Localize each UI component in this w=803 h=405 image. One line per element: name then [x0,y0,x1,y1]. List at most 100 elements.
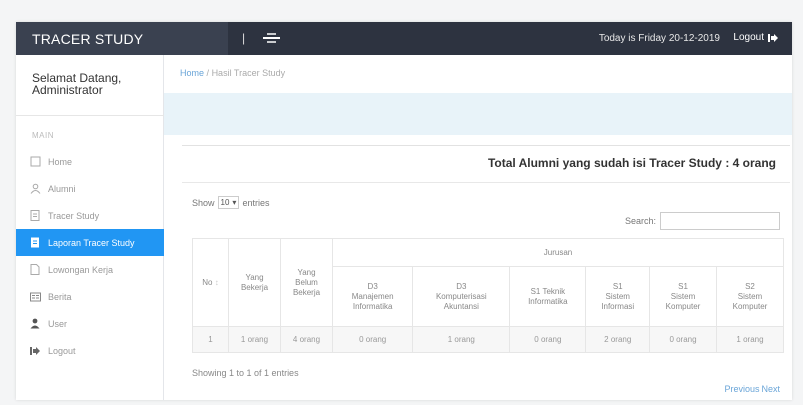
entries-label: entries [242,197,270,208]
table-cell: 4 orang [280,326,333,353]
search-box: Search: [625,212,780,230]
entries-value: 10 [220,198,230,207]
logout-icon [28,345,42,357]
sidebar-item-label: Home [48,156,73,167]
tracer-study-table: No ↕ Yang Bekerja Yang Belum Bekerja Jur… [192,238,785,353]
column-header-d3-mi[interactable]: D3 Manajemen Informatika [331,266,414,327]
sidebar-item-label: Lowongan Kerja [48,264,114,275]
search-label: Search: [624,216,656,226]
logout-icon [768,33,778,42]
next-button[interactable]: Next [761,384,780,394]
sidebar-item-user[interactable]: User [16,310,164,337]
nav-heading: MAIN [32,131,54,140]
search-input[interactable] [660,212,780,230]
header-line: D3 [456,281,467,291]
sidebar-item-alumni[interactable]: Alumni [16,175,164,202]
sidebar-item-label: Laporan Tracer Study [48,237,135,248]
header-line: Komputer [665,301,701,311]
sort-icon: ↕ [214,277,219,287]
file-icon [28,264,42,276]
column-header-s2-sk[interactable]: S2 Sistem Komputer [715,266,785,327]
header-line: S2 [745,281,755,291]
main-content: Home / Hasil Tracer Study Total Alumni y… [164,55,792,400]
sidebar-item-label: User [48,318,68,329]
column-header-s1-sk[interactable]: S1 Sistem Komputer [649,266,717,327]
breadcrumb-separator: / [206,68,210,78]
header-line: Akuntansi [443,301,479,311]
brand-title[interactable]: TRACER STUDY [16,22,228,55]
header-line: Manajemen [351,291,394,301]
welcome-text: Selamat Datang, Administrator [16,55,163,96]
menu-toggle-icon[interactable] [260,30,282,46]
page-header-band [164,93,792,135]
table-cell: 1 orang [715,326,785,353]
header-line: S1 [612,281,623,291]
table-cell: 1 orang [412,326,511,353]
column-header-label: No [202,277,213,287]
breadcrumb-current: Hasil Tracer Study [211,68,286,78]
show-label: Show [192,197,215,208]
app-window: TRACER STUDY | Today is Friday 20-12-201… [16,22,792,400]
logout-label: Logout [733,32,764,43]
table-row: 1 1 orang 4 orang 0 orang 1 orang 0 oran… [192,326,785,353]
table-cell: 0 orang [331,326,414,353]
previous-button[interactable]: Previous [724,384,759,394]
header-line: D3 [367,281,378,291]
column-header-d3-ka[interactable]: D3 Komputerisasi Akuntansi [412,266,511,327]
header-line: Informasi [601,301,635,311]
sidebar-item-laporan-tracer-study[interactable]: Laporan Tracer Study [16,229,164,256]
report-panel: Total Alumni yang sudah isi Tracer Study… [182,145,790,400]
column-header-belum-bekerja[interactable]: Yang Belum Bekerja [280,238,333,327]
header-line: Yang [297,267,316,277]
sidebar-item-berita[interactable]: Berita [16,283,164,310]
header-divider: | [242,31,246,45]
column-header-s1-ti[interactable]: S1 Teknik Informatika [509,266,587,327]
header-line: Bekerja [292,287,321,297]
chevron-down-icon: ▾ [232,198,237,207]
header-line: Sistem [670,291,696,301]
header-line: Belum [295,277,318,287]
top-navbar: TRACER STUDY | Today is Friday 20-12-201… [16,22,792,55]
header-line: Sistem [737,291,763,301]
sidebar-nav: Home Alumni Tracer Study Laporan Tracer … [16,148,164,364]
entries-select[interactable]: 10 ▾ [217,196,240,209]
table-cell: 0 orang [509,326,587,353]
show-entries: Show 10 ▾ entries [192,196,269,209]
document-icon [28,210,42,222]
news-icon [28,291,42,303]
sidebar-divider [16,115,164,116]
breadcrumb: Home / Hasil Tracer Study [180,68,285,78]
logout-link[interactable]: Logout [733,32,778,43]
total-alumni-text: Total Alumni yang sudah isi Tracer Study… [487,156,776,170]
table-cell: 1 orang [228,326,281,353]
header-line: S1 [678,281,688,291]
today-date: Today is Friday 20-12-2019 [598,33,720,44]
column-group-jurusan: Jurusan [332,238,784,267]
header-line: S1 Teknik [530,286,566,296]
header-line: Informatika [352,301,393,311]
breadcrumb-home[interactable]: Home [180,68,204,78]
header-line: Informatika [528,296,568,306]
sidebar-item-label: Alumni [48,183,76,194]
sidebar-item-logout[interactable]: Logout [16,337,164,364]
sidebar-item-tracer-study[interactable]: Tracer Study [16,202,164,229]
pagination: Previous Next [724,384,780,394]
header-line: Komputerisasi [435,291,487,301]
sidebar-item-label: Berita [48,291,72,302]
sidebar-item-home[interactable]: Home [16,148,164,175]
panel-divider [182,182,790,183]
header-line: Bekerja [240,282,269,292]
header-line: Sistem [605,291,630,301]
header-line: Yang [245,272,264,282]
table-cell: 2 orang [585,326,651,353]
table-info: Showing 1 to 1 of 1 entries [192,368,299,378]
sidebar-item-lowongan-kerja[interactable]: Lowongan Kerja [16,256,164,283]
column-header-no[interactable]: No ↕ [192,238,229,327]
column-header-bekerja[interactable]: Yang Bekerja [228,238,281,327]
sidebar: Selamat Datang, Administrator MAIN Home … [16,55,164,400]
column-header-s1-si[interactable]: S1 Sistem Informasi [585,266,651,327]
home-icon [28,156,42,168]
person-icon [28,318,42,330]
sidebar-item-label: Logout [48,345,76,356]
table-cell: 1 [192,326,229,353]
